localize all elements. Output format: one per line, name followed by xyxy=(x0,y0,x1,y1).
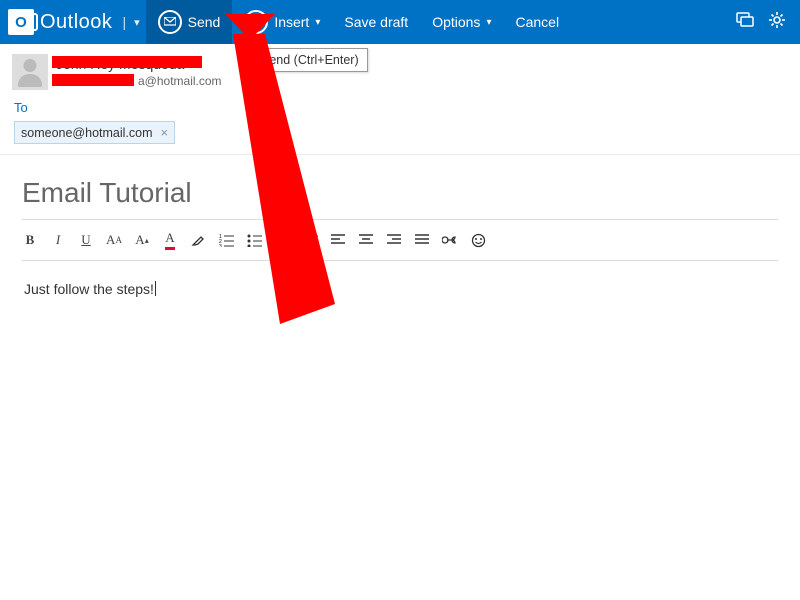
to-label[interactable]: To xyxy=(14,100,28,115)
avatar xyxy=(12,54,48,90)
send-icon xyxy=(158,10,182,34)
font-size-down-button[interactable]: A▴ xyxy=(134,232,150,248)
underline-button[interactable]: U xyxy=(78,232,94,248)
save-draft-label: Save draft xyxy=(344,14,408,30)
numbered-list-button[interactable]: 123 xyxy=(218,234,234,247)
highlight-button[interactable] xyxy=(190,233,206,247)
svg-text:3: 3 xyxy=(219,244,222,247)
font-color-button[interactable]: A xyxy=(162,230,178,250)
sender-email: a@hotmail.com xyxy=(56,73,222,90)
sender-name: John Rey Mosqueda xyxy=(56,55,222,73)
align-center-button[interactable] xyxy=(358,234,374,246)
cancel-label: Cancel xyxy=(515,14,559,30)
recipient-chip[interactable]: someone@hotmail.com × xyxy=(14,121,175,144)
emoji-button[interactable] xyxy=(470,233,486,248)
insert-label: Insert xyxy=(274,14,309,30)
top-toolbar: O Outlook | ▾ Send Insert ▾ Save draft O… xyxy=(0,0,800,44)
brand[interactable]: O Outlook | ▾ xyxy=(0,0,146,44)
message-body[interactable]: Just follow the steps! xyxy=(22,261,778,461)
sender-row: John Rey Mosqueda a@hotmail.com xyxy=(0,44,800,94)
italic-button[interactable]: I xyxy=(50,232,66,248)
brand-name: Outlook xyxy=(40,11,112,34)
subject-input[interactable] xyxy=(22,173,778,220)
chevron-down-icon[interactable]: ▾ xyxy=(134,16,140,29)
top-right-icons xyxy=(736,11,800,34)
bold-button[interactable]: B xyxy=(22,232,38,248)
link-button[interactable] xyxy=(442,235,458,245)
attachment-icon xyxy=(244,10,268,34)
chevron-down-icon: ▾ xyxy=(315,17,320,28)
outlook-logo-icon: O xyxy=(8,9,34,35)
cancel-button[interactable]: Cancel xyxy=(503,0,571,44)
chat-icon[interactable] xyxy=(736,12,754,33)
to-section: To someone@hotmail.com × xyxy=(0,94,800,155)
compose-area: B I U AA A▴ A 123 xyxy=(0,155,800,461)
brand-separator: | xyxy=(122,14,126,30)
format-toolbar: B I U AA A▴ A 123 xyxy=(22,220,778,261)
bullet-list-button[interactable] xyxy=(246,234,262,247)
align-left-button[interactable] xyxy=(330,234,346,246)
align-right-button[interactable] xyxy=(386,234,402,246)
justify-button[interactable] xyxy=(414,234,430,246)
text-cursor xyxy=(155,281,156,296)
options-label: Options xyxy=(432,14,480,30)
send-button[interactable]: Send xyxy=(146,0,233,44)
save-draft-button[interactable]: Save draft xyxy=(332,0,420,44)
decrease-indent-button[interactable] xyxy=(302,234,318,247)
increase-indent-button[interactable] xyxy=(274,234,290,247)
send-tooltip: Send (Ctrl+Enter) xyxy=(252,48,368,72)
insert-button[interactable]: Insert ▾ xyxy=(232,0,332,44)
font-size-up-button[interactable]: AA xyxy=(106,232,122,248)
remove-recipient-icon[interactable]: × xyxy=(161,125,169,140)
chevron-down-icon: ▾ xyxy=(486,17,491,28)
body-text: Just follow the steps! xyxy=(24,281,154,297)
gear-icon[interactable] xyxy=(768,11,786,34)
send-label: Send xyxy=(188,14,221,30)
recipient-address: someone@hotmail.com xyxy=(21,126,153,140)
options-button[interactable]: Options ▾ xyxy=(420,0,503,44)
